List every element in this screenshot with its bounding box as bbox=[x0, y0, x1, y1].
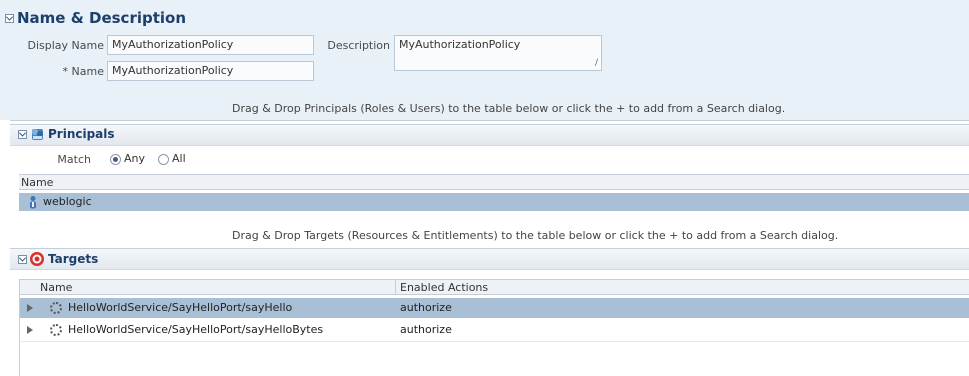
targets-column-actions[interactable]: Enabled Actions bbox=[400, 281, 488, 294]
table-row[interactable]: weblogic bbox=[19, 193, 969, 211]
principals-table-header: Name bbox=[19, 174, 969, 190]
target-action: authorize bbox=[400, 301, 452, 314]
collapse-toggle-name-description[interactable] bbox=[5, 14, 14, 23]
section-title-principals: Principals bbox=[48, 127, 115, 141]
collapse-toggle-principals[interactable] bbox=[18, 130, 27, 139]
targets-header-bar bbox=[10, 248, 969, 270]
match-any-radio[interactable] bbox=[110, 154, 121, 165]
match-label: Match bbox=[57, 153, 91, 166]
name-label: * Name bbox=[62, 65, 104, 78]
section-title-targets: Targets bbox=[48, 252, 99, 266]
match-all-radio[interactable] bbox=[158, 154, 169, 165]
targets-column-name[interactable]: Name bbox=[40, 281, 72, 294]
match-any-label[interactable]: Any bbox=[124, 152, 145, 165]
gear-icon bbox=[50, 302, 62, 314]
collapse-toggle-targets[interactable] bbox=[18, 255, 27, 264]
name-field[interactable]: MyAuthorizationPolicy bbox=[107, 61, 314, 81]
gear-icon bbox=[50, 324, 62, 336]
table-row[interactable]: HelloWorldService/SayHelloPort/sayHelloB… bbox=[19, 320, 969, 340]
targets-table-header: Name Enabled Actions bbox=[19, 279, 969, 295]
target-action: authorize bbox=[400, 323, 452, 336]
expand-row-icon[interactable] bbox=[27, 326, 33, 334]
target-name: HelloWorldService/SayHelloPort/sayHello bbox=[68, 301, 293, 314]
display-name-label: Display Name bbox=[27, 39, 105, 52]
table-row[interactable]: HelloWorldService/SayHelloPort/sayHello … bbox=[19, 298, 969, 318]
user-icon bbox=[28, 195, 38, 212]
principal-name: weblogic bbox=[43, 195, 92, 208]
description-value: MyAuthorizationPolicy bbox=[399, 38, 521, 51]
principals-group-icon bbox=[29, 126, 45, 142]
target-name: HelloWorldService/SayHelloPort/sayHelloB… bbox=[68, 323, 324, 336]
principals-column-name[interactable]: Name bbox=[21, 176, 53, 189]
match-all-label[interactable]: All bbox=[172, 152, 186, 165]
targets-table-divider bbox=[19, 341, 969, 342]
targets-hint: Drag & Drop Targets (Resources & Entitle… bbox=[232, 229, 839, 242]
targets-table-left-border bbox=[19, 279, 20, 376]
principals-header-bar bbox=[10, 124, 969, 146]
resize-handle-icon[interactable]: ∕ bbox=[595, 58, 598, 68]
principals-hint: Drag & Drop Principals (Roles & Users) t… bbox=[232, 102, 786, 115]
description-label: Description bbox=[327, 39, 390, 52]
section-title-name-description: Name & Description bbox=[17, 9, 187, 27]
description-field[interactable]: MyAuthorizationPolicy ∕ bbox=[394, 35, 602, 71]
targets-icon bbox=[29, 251, 45, 267]
display-name-field[interactable]: MyAuthorizationPolicy bbox=[107, 35, 314, 55]
targets-column-divider bbox=[395, 280, 396, 294]
expand-row-icon[interactable] bbox=[27, 304, 33, 312]
principals-panel-border bbox=[10, 120, 969, 121]
